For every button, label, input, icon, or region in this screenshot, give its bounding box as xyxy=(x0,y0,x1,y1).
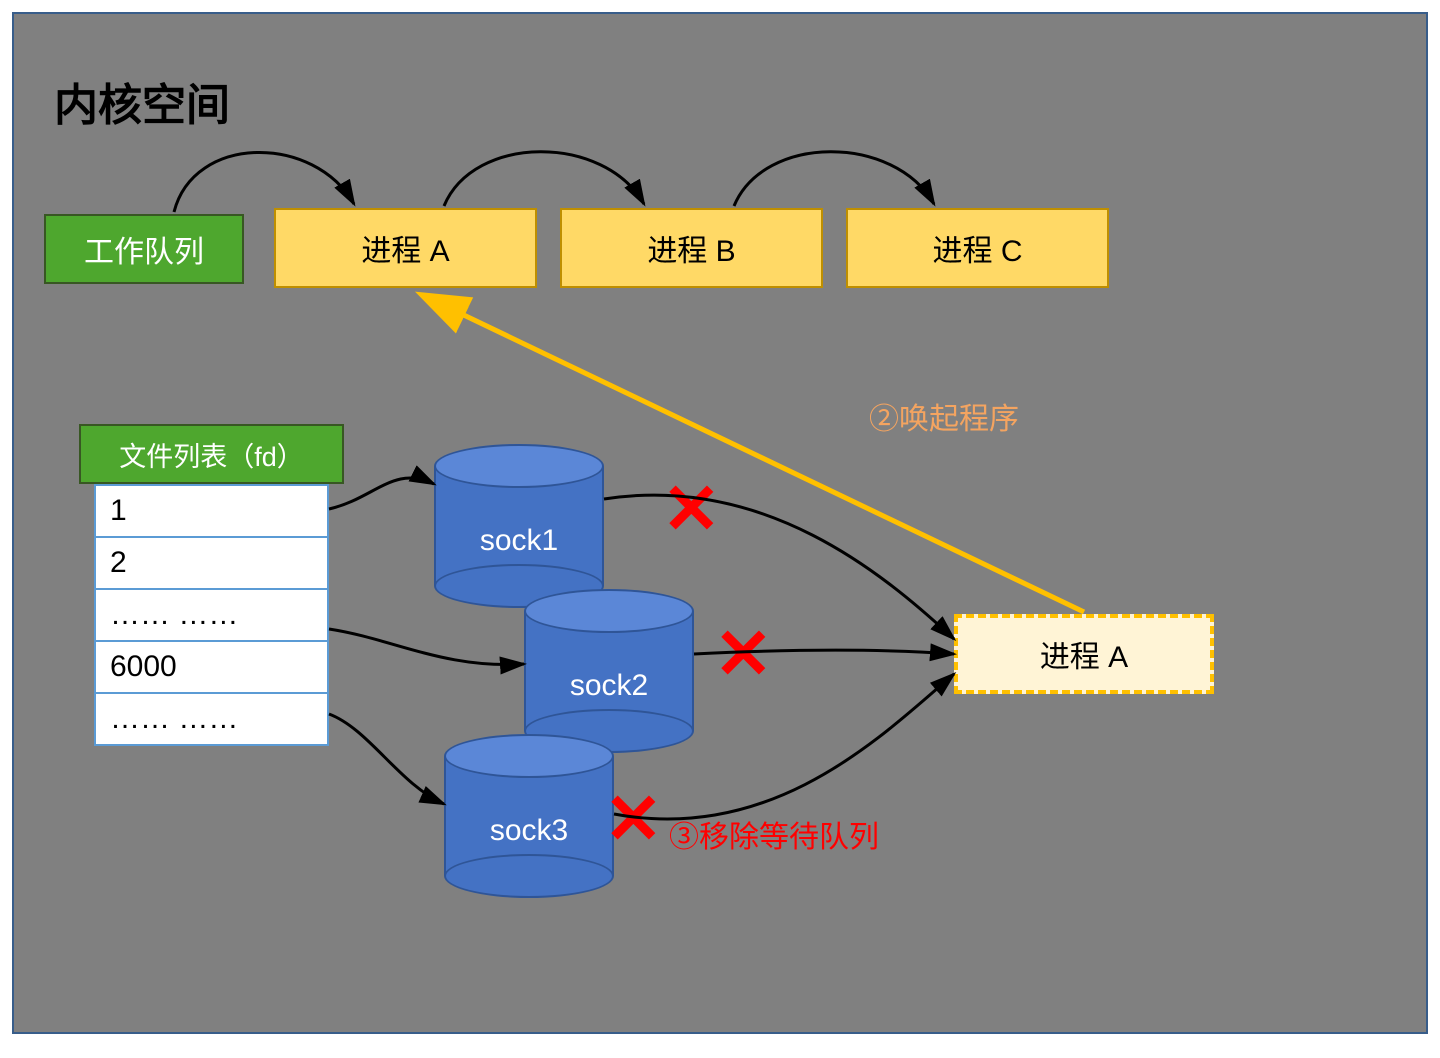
fd-row: 6000 xyxy=(96,640,327,692)
socket-3: sock3 xyxy=(444,734,614,899)
socket-2: sock2 xyxy=(524,589,694,754)
process-a-box: 进程 A xyxy=(274,208,537,288)
diagram-canvas: 内核空间 工作队列 进程 A 进程 B 进程 C 文件列表（fd） 1 2 ……… xyxy=(12,12,1428,1034)
process-b-box: 进程 B xyxy=(560,208,823,288)
fd-row: 2 xyxy=(96,536,327,588)
fd-row: …… …… xyxy=(96,588,327,640)
x-mark-icon: ✕ xyxy=(662,474,721,544)
wake-annotation: ②唤起程序 xyxy=(869,394,1019,438)
socket-3-label: sock3 xyxy=(444,814,614,848)
socket-1-label: sock1 xyxy=(434,524,604,558)
fd-table-header: 文件列表（fd） xyxy=(79,424,344,484)
remove-annotation: ③移除等待队列 xyxy=(669,812,879,856)
x-mark-icon: ✕ xyxy=(714,619,773,689)
socket-2-label: sock2 xyxy=(524,669,694,703)
moved-process-a-box: 进程 A xyxy=(954,614,1214,694)
process-c-box: 进程 C xyxy=(846,208,1109,288)
fd-row: 1 xyxy=(96,486,327,536)
socket-1: sock1 xyxy=(434,444,604,609)
fd-row: …… …… xyxy=(96,692,327,744)
work-queue-box: 工作队列 xyxy=(44,214,244,284)
fd-table: 1 2 …… …… 6000 …… …… xyxy=(94,484,329,746)
diagram-title: 内核空间 xyxy=(54,69,230,133)
